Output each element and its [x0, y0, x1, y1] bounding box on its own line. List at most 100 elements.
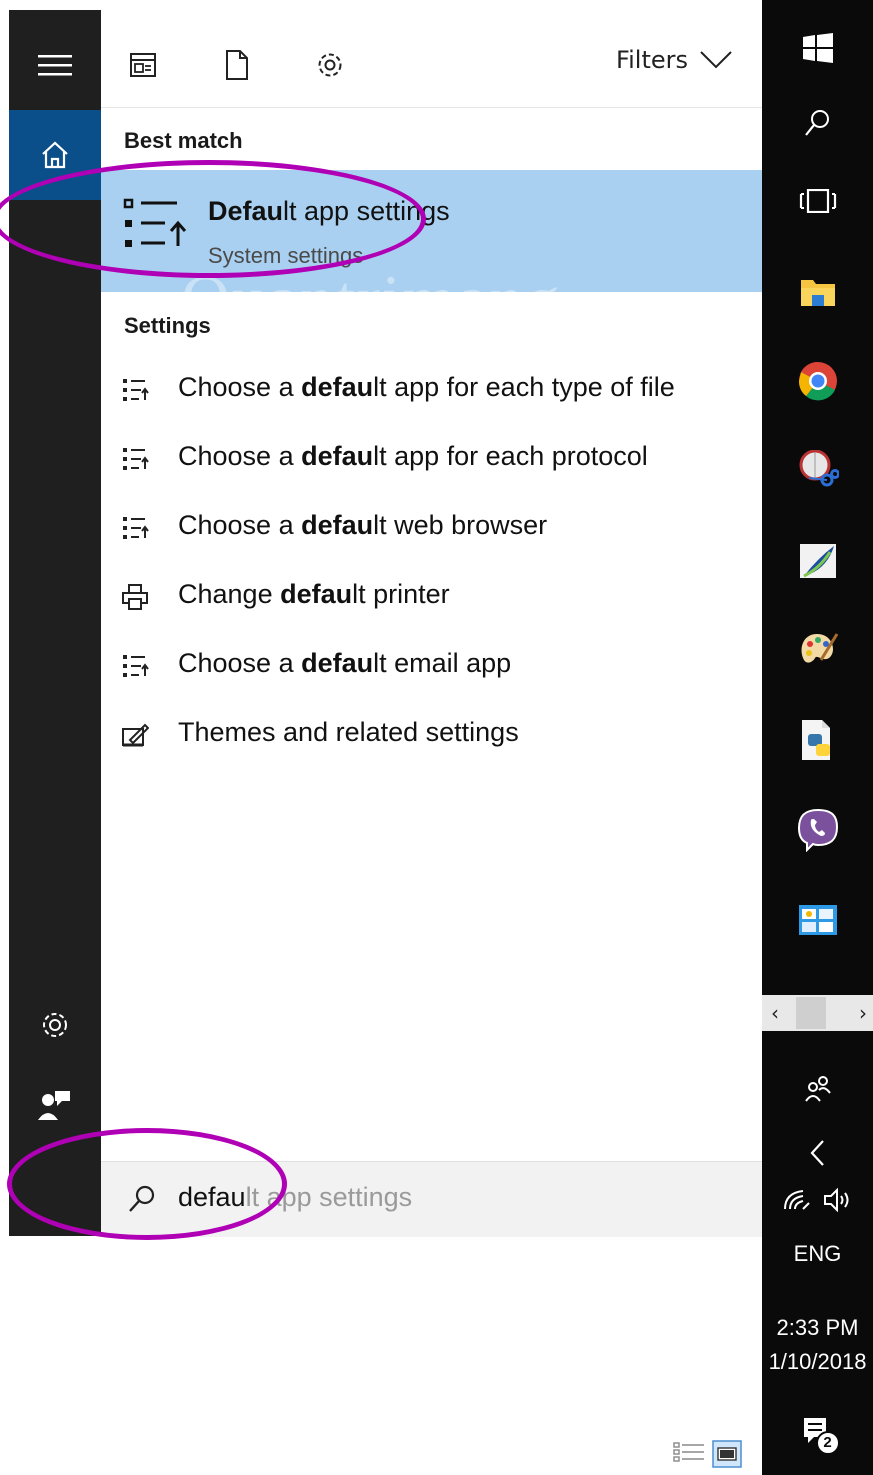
action-center-button[interactable]: 2 [762, 1408, 873, 1458]
clock-date: 1/10/2018 [768, 1349, 867, 1374]
result-text-highlight: defau [280, 579, 353, 609]
feedback-button[interactable] [9, 1075, 101, 1135]
taskbar-file-explorer[interactable] [762, 268, 873, 313]
result-text: Change default printer [178, 579, 450, 610]
search-icon [804, 109, 829, 136]
clock-time: 2:33 PM [776, 1315, 859, 1340]
hamburger-menu-button[interactable] [9, 30, 101, 100]
list-settings-icon [123, 448, 149, 470]
apps-filter-button[interactable] [128, 47, 158, 83]
search-results-panel: Filters Best match Default app settings … [101, 10, 762, 1237]
settings-result-item[interactable]: Choose a default email app [101, 636, 762, 696]
snipping-tool-icon [799, 450, 839, 487]
chrome-icon [798, 361, 837, 400]
large-icons-view-icon[interactable] [712, 1440, 742, 1468]
list-settings-icon [123, 379, 149, 401]
clock[interactable]: 2:33 PM 1/10/2018 [762, 1310, 873, 1380]
task-view-button[interactable] [762, 178, 873, 223]
control-panel-icon [798, 905, 837, 935]
best-match-title-rest: lt app settings [283, 196, 450, 226]
scrollbar-thumb[interactable] [796, 997, 826, 1029]
result-text: Choose a default email app [178, 648, 511, 679]
documents-filter-button[interactable] [222, 47, 252, 83]
themes-icon [122, 723, 149, 747]
best-match-title-highlight: Defau [208, 196, 284, 226]
taskbar-snipping-tool[interactable] [762, 445, 873, 495]
start-button[interactable] [762, 25, 873, 70]
result-text: Choose a default app for each type of fi… [178, 372, 675, 403]
best-match-subtitle: System settings [208, 243, 364, 268]
list-settings-icon [123, 517, 149, 539]
default-apps-icon [123, 198, 187, 247]
settings-result-item[interactable]: Choose a default app for each protocol [101, 429, 762, 489]
best-match-title: Default app settings [208, 196, 450, 227]
taskbar-python-file[interactable] [762, 715, 873, 765]
search-typed-text: defau [178, 1182, 246, 1212]
settings-result-item[interactable]: Themes and related settings [101, 705, 762, 765]
language-label: ENG [793, 1241, 842, 1266]
system-tray-icons [762, 1180, 873, 1220]
taskbar-control-panel[interactable] [762, 895, 873, 945]
people-button[interactable] [762, 1065, 873, 1110]
result-text-highlight: defau [301, 510, 374, 540]
result-text-post: lt web browser [373, 510, 548, 540]
details-view-icon[interactable] [672, 1440, 706, 1464]
settings-result-item[interactable]: Choose a default web browser [101, 498, 762, 558]
result-text-pre: Choose a [178, 648, 302, 678]
result-text-pre: Change [178, 579, 281, 609]
taskbar-chrome[interactable] [762, 358, 873, 403]
printer-icon [122, 584, 148, 610]
best-match-result[interactable]: Default app settings System settings [101, 170, 762, 292]
settings-heading: Settings [124, 313, 211, 338]
scroll-left-arrow[interactable]: ‹ [765, 999, 785, 1027]
result-text-post: lt printer [352, 579, 450, 609]
result-text-highlight: defau [301, 372, 374, 402]
list-settings-icon [123, 655, 149, 677]
search-input[interactable]: default app settings [178, 1182, 412, 1213]
settings-result-item[interactable]: Choose a default app for each type of fi… [101, 360, 762, 420]
document-icon [226, 50, 248, 80]
language-indicator[interactable]: ENG [762, 1236, 873, 1272]
hamburger-icon [38, 55, 72, 76]
home-button[interactable] [9, 110, 101, 200]
taskbar-paint[interactable] [762, 625, 873, 675]
result-text-post: lt app for each protocol [373, 441, 648, 471]
windows-logo-icon [802, 32, 833, 63]
result-text-highlight: defau [301, 648, 374, 678]
taskbar-search-button[interactable] [762, 100, 873, 145]
volume-icon[interactable] [823, 1188, 853, 1212]
taskbar-viber[interactable] [762, 805, 873, 855]
file-explorer-icon [800, 279, 835, 306]
search-toolbar: Filters [101, 10, 762, 108]
best-match-heading: Best match [124, 128, 243, 153]
gear-icon [318, 53, 342, 77]
search-suggestion-text: lt app settings [245, 1182, 413, 1212]
gear-icon [43, 1013, 67, 1037]
start-rail [9, 10, 101, 1236]
result-text-post: Themes and related settings [178, 717, 519, 747]
result-text-highlight: defau [301, 441, 374, 471]
result-text-post: lt email app [373, 648, 512, 678]
settings-filter-button[interactable] [315, 47, 345, 83]
settings-result-item[interactable]: Change default printer [101, 567, 762, 627]
result-text: Choose a default web browser [178, 510, 547, 541]
paint-palette-icon [801, 633, 838, 663]
view-toggle-icons [672, 1440, 742, 1468]
result-text: Themes and related settings [178, 717, 519, 748]
filters-dropdown[interactable]: Filters [616, 46, 732, 74]
taskbar-scrollbar[interactable]: ‹ › [762, 995, 873, 1031]
settings-button[interactable] [9, 995, 101, 1055]
chevron-down-icon [700, 51, 732, 69]
show-hidden-icons-button[interactable] [762, 1133, 873, 1173]
result-text: Choose a default app for each protocol [178, 441, 648, 472]
wifi-icon[interactable] [783, 1189, 811, 1211]
task-view-icon [799, 188, 836, 213]
result-text-pre: Choose a [178, 372, 302, 402]
search-box[interactable]: default app settings [101, 1161, 762, 1237]
scroll-right-arrow[interactable]: › [853, 999, 873, 1027]
chevron-left-icon [810, 1140, 824, 1166]
python-file-icon [801, 720, 830, 760]
filters-label: Filters [616, 46, 688, 74]
taskbar-app-quill[interactable] [762, 535, 873, 585]
viber-icon [797, 808, 838, 852]
